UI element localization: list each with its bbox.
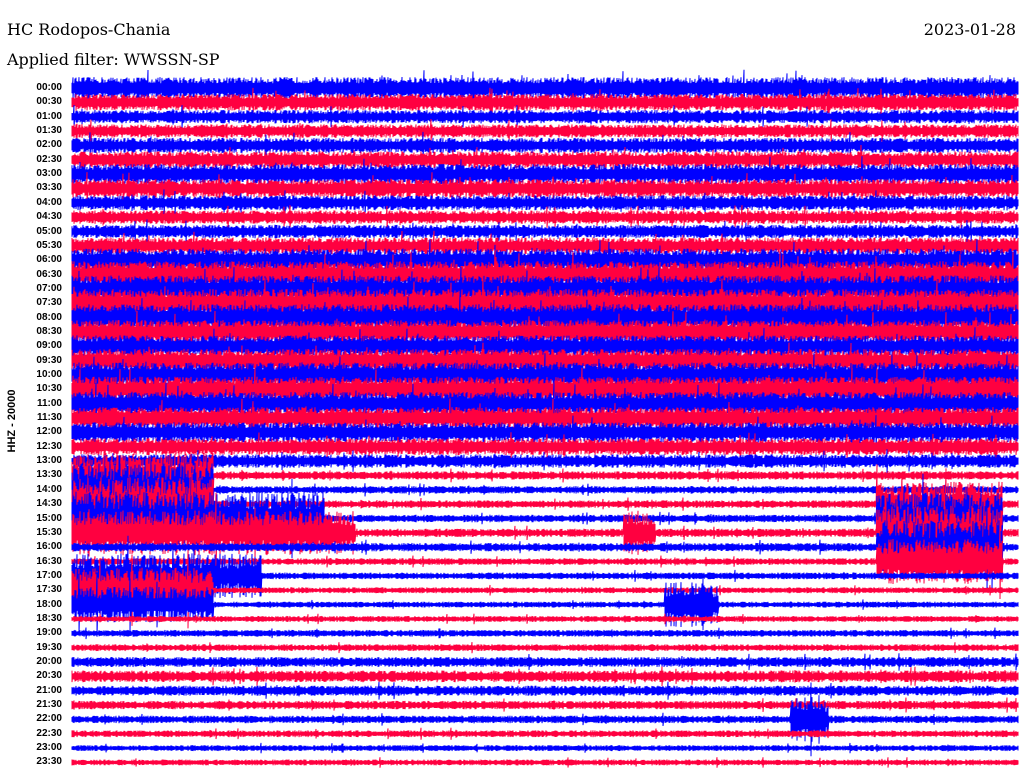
trace-row-2230 <box>71 727 1019 740</box>
trace-row-2300 <box>71 742 1019 754</box>
trace-row-2030 <box>71 666 1019 687</box>
trace-row-1900 <box>71 627 1019 640</box>
trace-row-2130 <box>71 697 1019 713</box>
trace-row-2100 <box>71 681 1019 700</box>
helicorder-plot <box>71 69 1019 768</box>
trace-row-1830 <box>71 613 1019 625</box>
trace-row-1930 <box>71 642 1019 654</box>
trace-row-2330 <box>71 757 1019 768</box>
trace-row-2000 <box>71 653 1019 671</box>
